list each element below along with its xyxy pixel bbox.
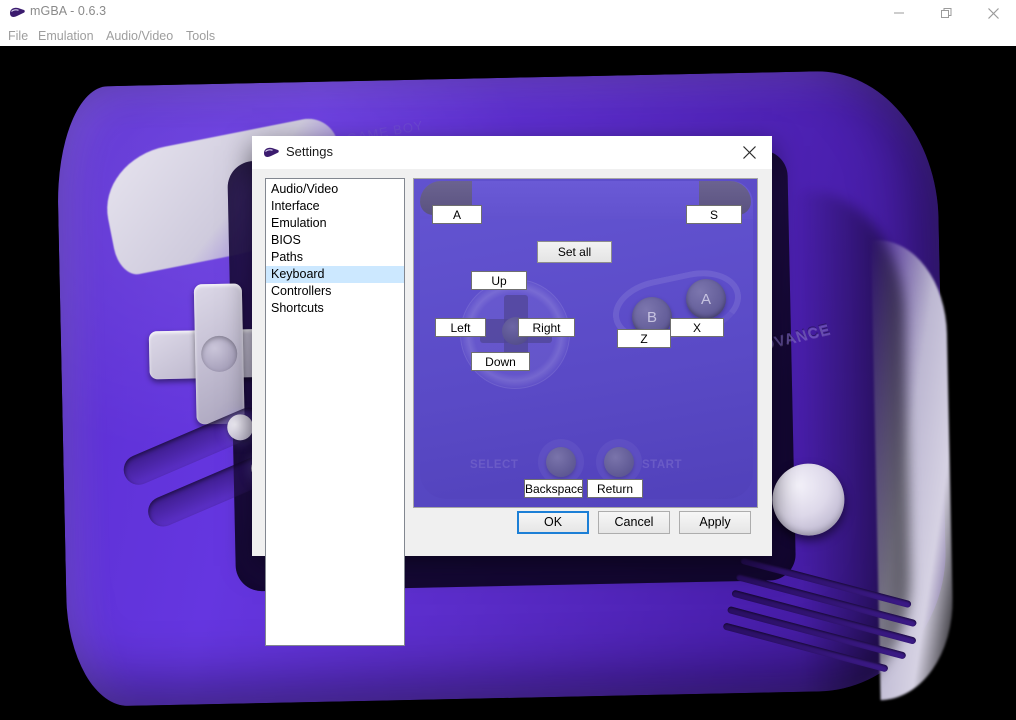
- sidebar-item-shortcuts[interactable]: Shortcuts: [266, 300, 404, 317]
- sidebar-item-emulation[interactable]: Emulation: [266, 215, 404, 232]
- sidebar-item-paths[interactable]: Paths: [266, 249, 404, 266]
- sidebar-item-controllers[interactable]: Controllers: [266, 283, 404, 300]
- sidebar-item-audio-video[interactable]: Audio/Video: [266, 181, 404, 198]
- menu-item-file[interactable]: File: [8, 29, 28, 43]
- settings-category-list[interactable]: Audio/Video Interface Emulation BIOS Pat…: [265, 178, 405, 646]
- keyfield-start[interactable]: Return: [587, 479, 643, 498]
- pad-start-label: START: [642, 459, 682, 471]
- apply-button[interactable]: Apply: [679, 511, 751, 534]
- restore-icon: [940, 7, 951, 18]
- pad-select-button: [546, 447, 576, 477]
- menu-item-emulation[interactable]: Emulation: [38, 29, 94, 43]
- close-icon: [742, 146, 756, 159]
- maximize-button[interactable]: [923, 0, 969, 26]
- menu-item-audio-video[interactable]: Audio/Video: [106, 29, 173, 43]
- keyboard-mapping-panel: B A SELECT START Set all A S Up Left Rig…: [413, 178, 758, 508]
- close-icon: [987, 7, 999, 19]
- menubar: File Emulation Audio/Video Tools: [0, 26, 1016, 46]
- settings-dialog-titlebar: Settings: [252, 136, 772, 169]
- window-title: mGBA - 0.6.3: [30, 4, 107, 18]
- sidebar-item-bios[interactable]: BIOS: [266, 232, 404, 249]
- set-all-button[interactable]: Set all: [537, 241, 612, 263]
- cancel-button[interactable]: Cancel: [598, 511, 670, 534]
- settings-dialog-title: Settings: [286, 144, 333, 159]
- application-window: mGBA - 0.6.3 File Emulation Audio/Video …: [0, 0, 1016, 720]
- minimize-button[interactable]: [876, 0, 922, 26]
- keyfield-left[interactable]: Left: [435, 318, 486, 337]
- pad-select-label: SELECT: [470, 459, 519, 471]
- ok-button[interactable]: OK: [517, 511, 589, 534]
- sidebar-item-keyboard[interactable]: Keyboard: [266, 266, 404, 283]
- keyfield-l-shoulder[interactable]: A: [432, 205, 482, 224]
- pad-button-a: A: [686, 279, 726, 319]
- keyfield-a[interactable]: X: [670, 318, 724, 337]
- keyfield-b[interactable]: Z: [617, 329, 671, 348]
- gba-a-glyph: [788, 479, 831, 522]
- keyfield-up[interactable]: Up: [471, 271, 527, 290]
- pad-start-button: [604, 447, 634, 477]
- keyfield-select[interactable]: Backspace: [524, 479, 583, 498]
- minimize-icon: [894, 12, 904, 14]
- mgba-logo-icon: [8, 5, 26, 21]
- keyfield-down[interactable]: Down: [471, 352, 530, 371]
- close-button[interactable]: [970, 0, 1016, 26]
- window-titlebar: mGBA - 0.6.3: [0, 0, 1016, 26]
- mgba-logo-icon: [262, 145, 280, 161]
- keyfield-r-shoulder[interactable]: S: [686, 205, 742, 224]
- keyfield-right[interactable]: Right: [518, 318, 575, 337]
- settings-dialog: Settings Audio/Video Interface Emulation…: [252, 136, 772, 646]
- sidebar-item-interface[interactable]: Interface: [266, 198, 404, 215]
- settings-close-button[interactable]: [726, 136, 772, 169]
- menu-item-tools[interactable]: Tools: [186, 29, 215, 43]
